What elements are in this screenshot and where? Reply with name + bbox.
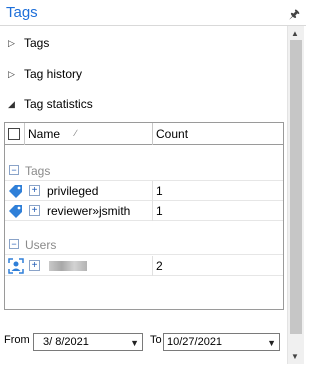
scrollbar-thumb[interactable] xyxy=(290,40,302,334)
pin-icon[interactable]: 🖈 xyxy=(289,5,300,26)
column-divider[interactable] xyxy=(152,123,153,145)
cell-divider xyxy=(152,256,153,276)
date-range: From 3/ 8/2021 ▼ To 10/27/2021 ▼ xyxy=(0,330,286,354)
group-label: Tags xyxy=(25,164,51,178)
cell-divider xyxy=(152,181,153,201)
group-label: Users xyxy=(25,238,57,252)
column-header-name[interactable]: Name xyxy=(28,127,60,141)
row-count: 2 xyxy=(156,259,163,273)
from-date-picker[interactable]: 3/ 8/2021 ▼ xyxy=(33,333,143,351)
tag-icon xyxy=(9,205,22,218)
to-date-value: 10/27/2021 xyxy=(167,336,223,348)
row-count: 1 xyxy=(156,184,163,198)
select-all-checkbox[interactable] xyxy=(8,128,20,140)
expand-triangle-icon: ▷ xyxy=(8,37,15,48)
panel-header: Tags 🖈 xyxy=(0,0,306,26)
scroll-up-icon[interactable]: ▲ xyxy=(291,29,299,38)
chevron-down-icon[interactable]: ▼ xyxy=(267,338,276,348)
to-label: To xyxy=(150,334,162,346)
section-tag-history[interactable]: ▷ Tag history xyxy=(8,64,82,84)
table-row[interactable]: + privileged 1 xyxy=(5,181,283,201)
chevron-down-icon[interactable]: ▼ xyxy=(130,338,139,348)
tag-icon xyxy=(9,185,22,198)
column-divider xyxy=(24,123,25,145)
panel-title: Tags xyxy=(6,4,38,21)
group-row-users[interactable]: − Users xyxy=(5,235,283,255)
vertical-scrollbar[interactable]: ▲ ▼ xyxy=(287,26,304,364)
table-row[interactable]: + reviewer»jsmith 1 xyxy=(5,201,283,221)
column-header-count[interactable]: Count xyxy=(156,127,188,141)
scroll-down-icon[interactable]: ▼ xyxy=(291,352,299,361)
section-tag-statistics[interactable]: ◢ Tag statistics xyxy=(8,94,93,114)
expand-row-icon[interactable]: + xyxy=(29,260,40,271)
expand-row-icon[interactable]: + xyxy=(29,205,40,216)
cell-divider xyxy=(152,201,153,221)
expand-row-icon[interactable]: + xyxy=(29,185,40,196)
table-row[interactable]: + 2 xyxy=(5,256,283,276)
redacted-username xyxy=(49,261,87,271)
group-row-tags[interactable]: − Tags xyxy=(5,161,283,181)
collapse-group-icon[interactable]: − xyxy=(9,165,19,175)
user-icon xyxy=(8,258,24,274)
section-tag-history-label: Tag history xyxy=(24,67,83,81)
section-tag-statistics-label: Tag statistics xyxy=(24,97,93,111)
row-name: reviewer»jsmith xyxy=(47,204,131,218)
from-date-value: 3/ 8/2021 xyxy=(43,336,89,348)
collapse-triangle-icon: ◢ xyxy=(8,98,15,109)
sort-icon: ∕ xyxy=(75,128,77,138)
from-label: From xyxy=(4,334,30,346)
collapse-group-icon[interactable]: − xyxy=(9,239,19,249)
to-date-picker[interactable]: 10/27/2021 ▼ xyxy=(163,333,280,351)
section-tags[interactable]: ▷ Tags xyxy=(8,33,49,53)
expand-triangle-icon: ▷ xyxy=(8,68,15,79)
row-name: privileged xyxy=(47,184,99,198)
tag-statistics-grid: Name ∕ Count − Tags + privileged 1 + rev… xyxy=(4,122,284,310)
grid-header: Name ∕ Count xyxy=(5,123,283,145)
section-tags-label: Tags xyxy=(24,36,50,50)
row-count: 1 xyxy=(156,204,163,218)
